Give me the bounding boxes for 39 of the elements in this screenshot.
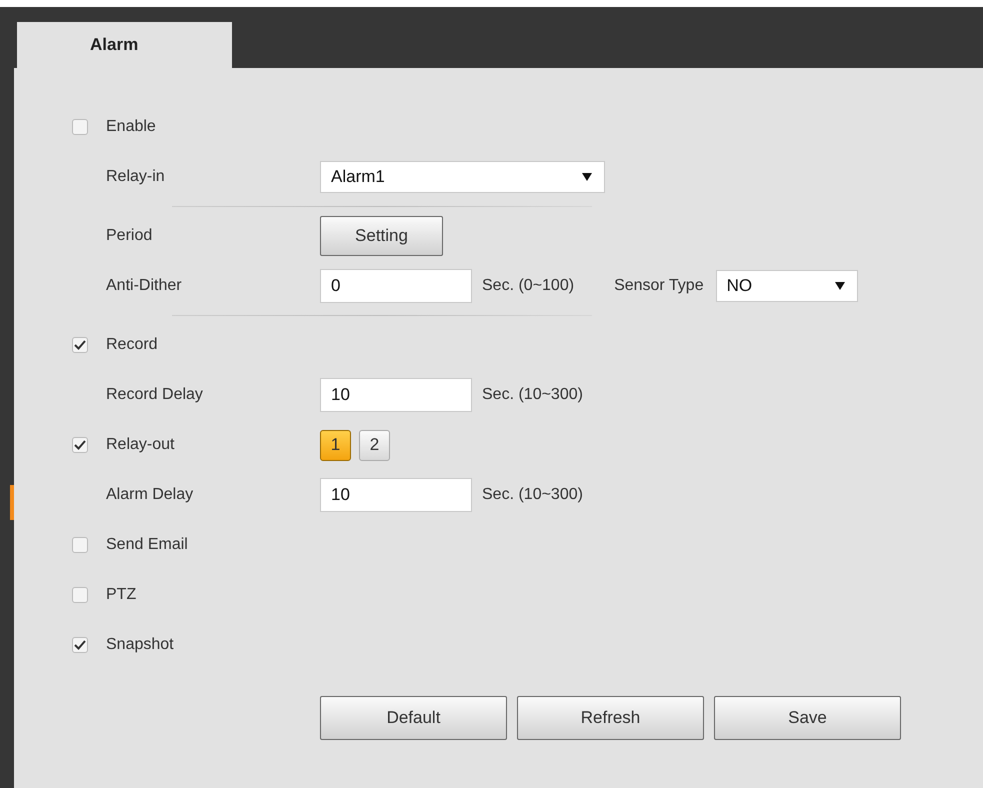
channel-toggle[interactable]: 2 bbox=[359, 430, 390, 460]
unit-hint: Sec. (0~100) bbox=[482, 277, 574, 295]
dropdown[interactable]: Alarm1 bbox=[320, 161, 605, 193]
field-label: Record Delay bbox=[105, 386, 204, 404]
input-field[interactable]: 0 bbox=[320, 269, 472, 303]
checkmark-icon bbox=[74, 340, 86, 350]
unit-hint: Sec. (10~300) bbox=[482, 486, 583, 504]
field-label: Alarm Delay bbox=[105, 486, 194, 504]
checkbox-label: PTZ bbox=[106, 586, 136, 604]
tab[interactable]: Alarm bbox=[17, 22, 232, 68]
checkbox[interactable] bbox=[72, 537, 88, 553]
input-field[interactable]: 10 bbox=[320, 478, 472, 512]
checkbox-label: Record bbox=[106, 336, 158, 354]
setting-button[interactable]: Setting bbox=[320, 216, 443, 256]
checkbox-label: Snapshot bbox=[106, 636, 174, 654]
checkmark-icon bbox=[74, 640, 86, 650]
action-button[interactable]: Refresh bbox=[517, 696, 704, 740]
field-label: Sensor Type bbox=[614, 277, 704, 295]
checkbox-label: Enable bbox=[106, 118, 156, 136]
checkbox-label: Send Email bbox=[106, 536, 188, 554]
checkmark-icon bbox=[74, 440, 86, 450]
checkbox[interactable] bbox=[72, 337, 88, 353]
caret-icon bbox=[834, 282, 845, 290]
side-marker bbox=[10, 485, 14, 520]
caret-icon bbox=[582, 173, 592, 181]
checkbox[interactable] bbox=[72, 437, 88, 453]
field-label: Relay-in bbox=[105, 168, 166, 186]
checkbox-label: Relay-out bbox=[106, 436, 174, 454]
input-field[interactable]: 10 bbox=[320, 378, 472, 412]
dropdown[interactable]: NO bbox=[716, 270, 858, 302]
field-label: Anti-Dither bbox=[105, 277, 183, 295]
checkbox[interactable] bbox=[72, 637, 88, 653]
action-button[interactable]: Default bbox=[320, 696, 507, 740]
unit-hint: Sec. (10~300) bbox=[482, 386, 583, 404]
channel-toggle[interactable]: 1 bbox=[320, 430, 351, 460]
checkbox[interactable] bbox=[72, 587, 88, 603]
action-button[interactable]: Save bbox=[714, 696, 901, 740]
field-label: Period bbox=[105, 227, 154, 245]
checkbox[interactable] bbox=[72, 119, 88, 135]
